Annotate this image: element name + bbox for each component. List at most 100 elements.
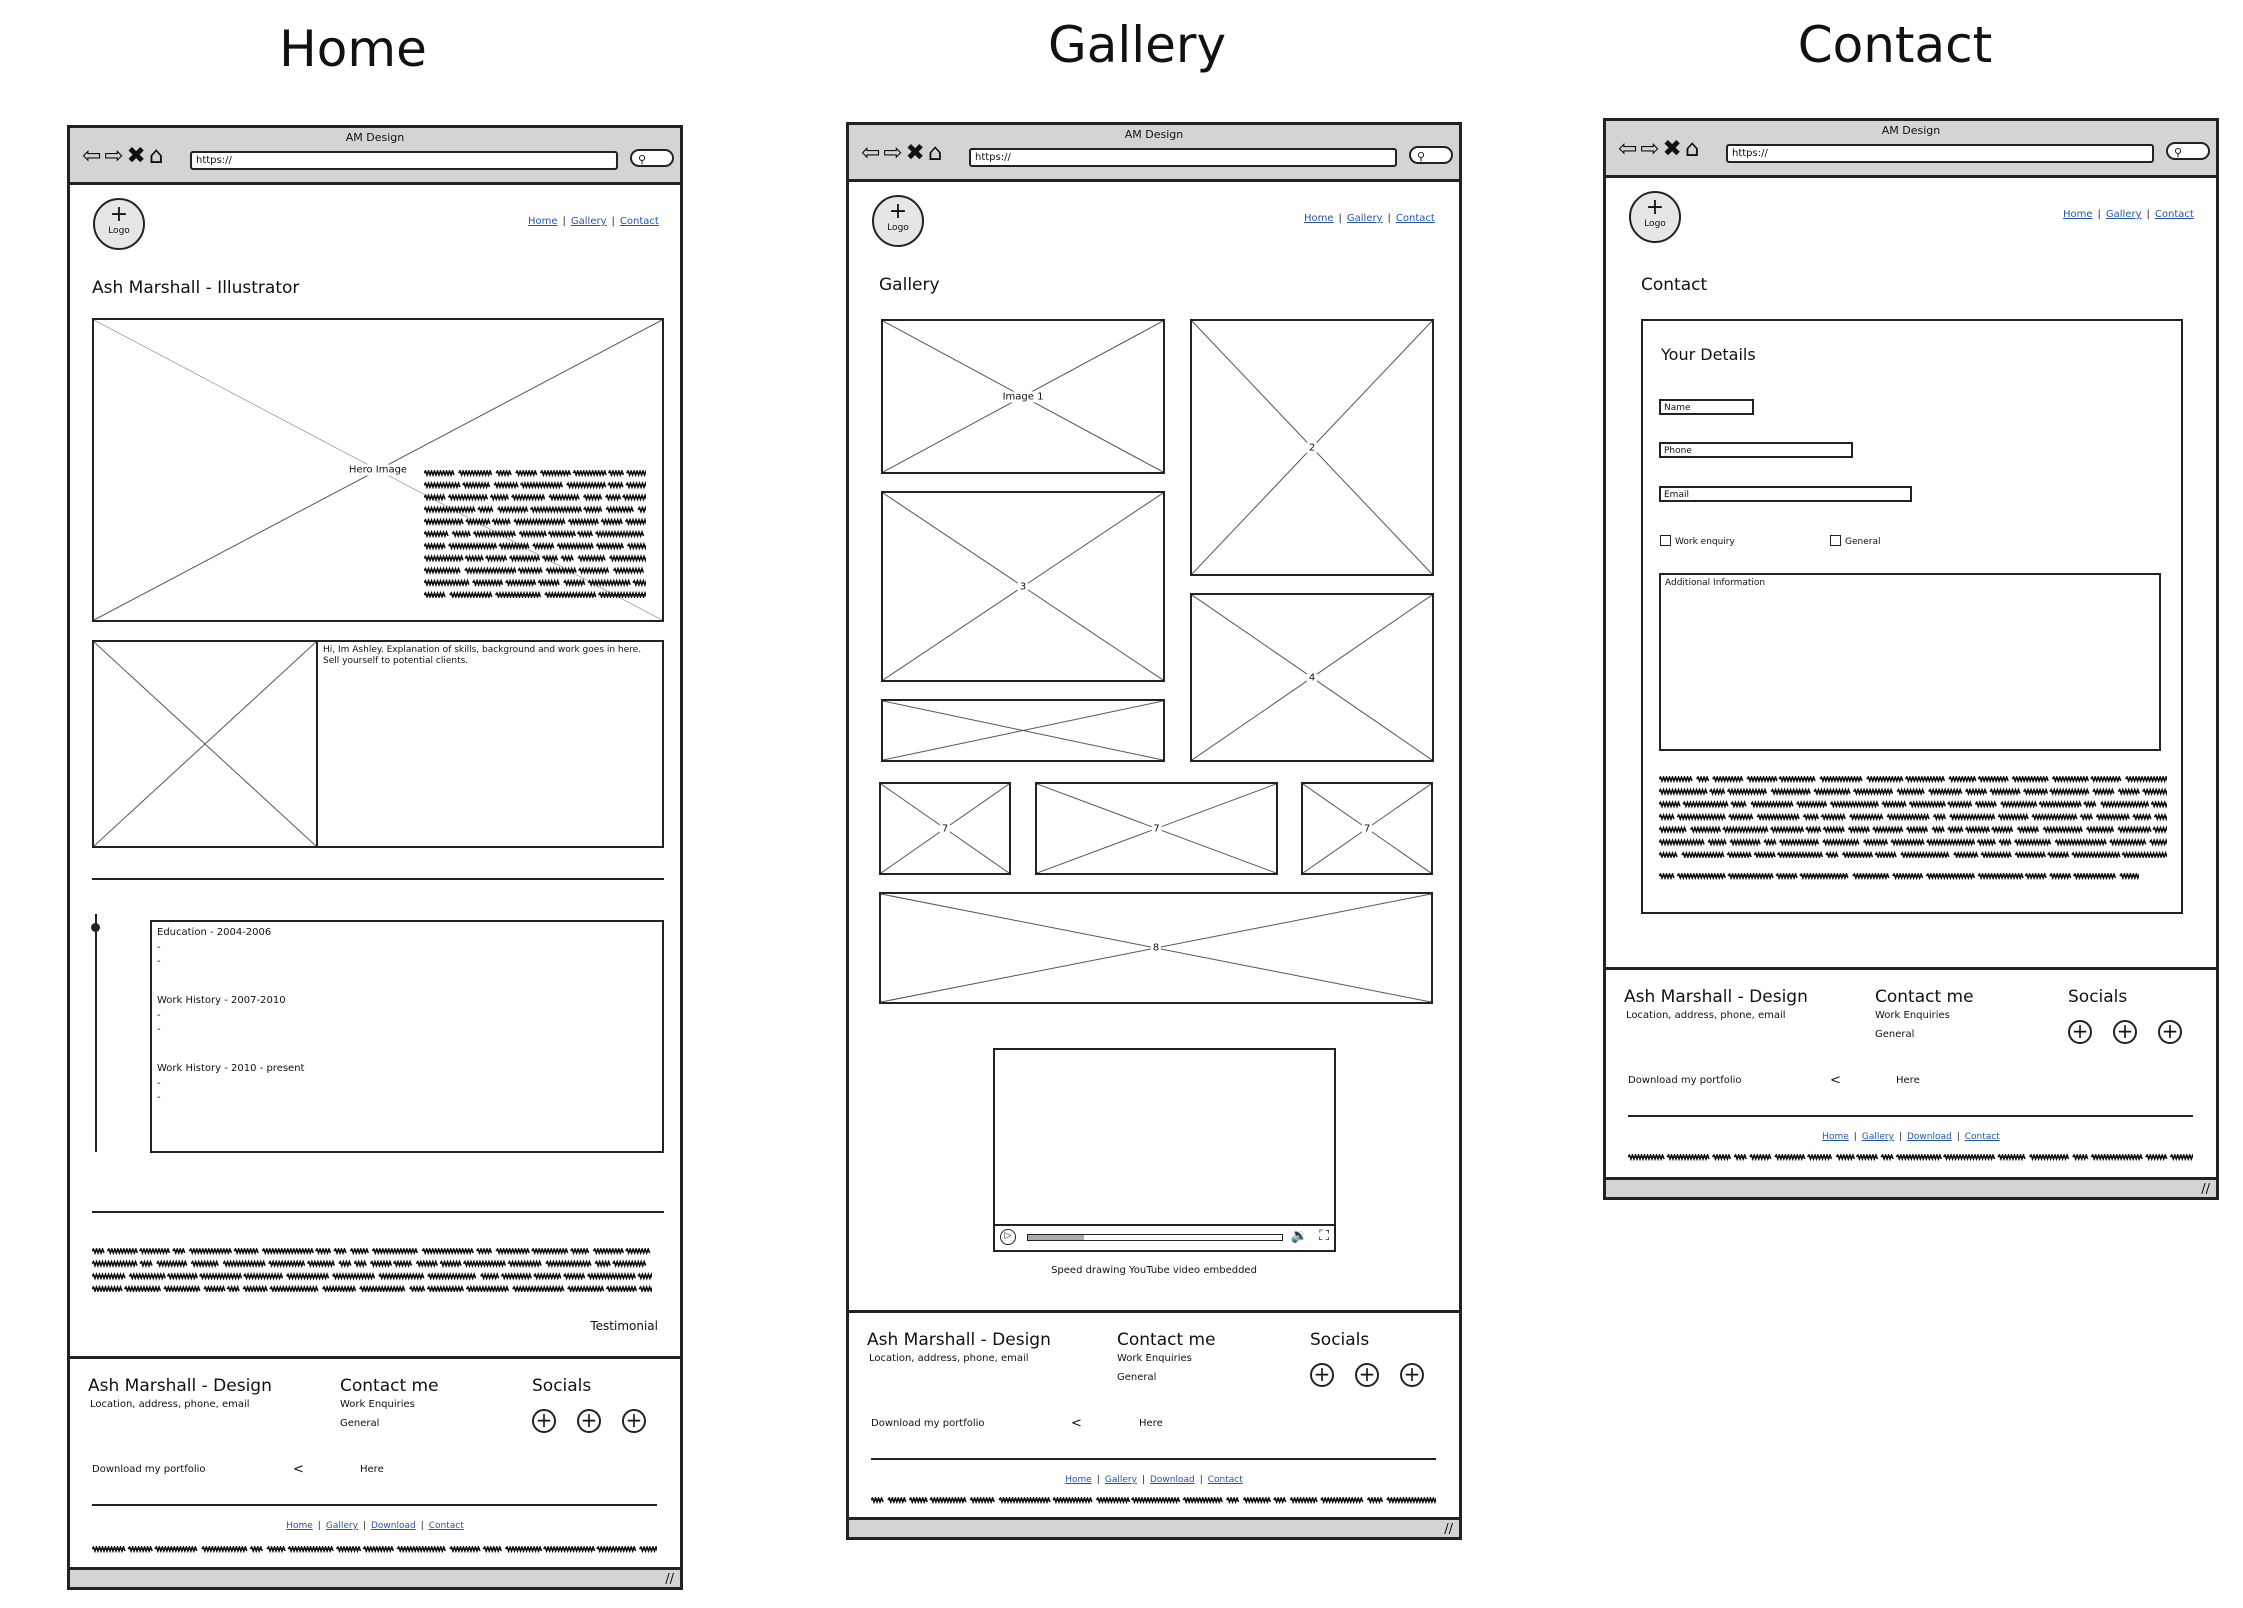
scribble-word (1726, 850, 1752, 858)
timeline-work-2: Work History - 2010 - present (157, 1063, 305, 1074)
browser-toolbar: AM Design ⇦⇨✖⌂ https:// ⚲ (849, 125, 1459, 182)
scribble-word (539, 470, 572, 478)
scribble-word (998, 1497, 1051, 1505)
scribble-word (572, 470, 607, 478)
social-icon[interactable]: + (2158, 1020, 2182, 1044)
nav-gallery-link[interactable]: Gallery (1347, 213, 1383, 224)
resize-handle[interactable]: // (665, 1572, 674, 1587)
scribble-word (92, 1546, 126, 1554)
scribble-word (1890, 838, 1925, 847)
url-bar[interactable]: https:// (1726, 144, 2154, 163)
search-icon[interactable]: ⚲ (630, 149, 674, 167)
video-player[interactable]: ▷ 🔉 ⛶ (993, 1048, 1336, 1252)
browser-nav-icons[interactable]: ⇦⇨✖⌂ (82, 144, 166, 168)
search-icon[interactable]: ⚲ (2166, 142, 2210, 160)
logo[interactable]: + Logo (872, 195, 924, 247)
scribble-word (512, 1284, 565, 1292)
nav-contact-link[interactable]: Contact (2155, 209, 2194, 220)
social-icon[interactable]: + (622, 1409, 646, 1433)
social-icon[interactable]: + (1400, 1363, 1424, 1387)
scribble-word (1866, 776, 1904, 784)
nav-gallery-link[interactable]: Gallery (2106, 209, 2142, 220)
social-icon[interactable]: + (1355, 1363, 1379, 1387)
browser-nav-icons[interactable]: ⇦⇨✖⌂ (861, 141, 945, 165)
nav-download-link[interactable]: Download (1907, 1132, 1952, 1142)
work-enquiry-checkbox[interactable]: Work enquiry (1660, 535, 1735, 547)
gallery-image-1[interactable]: Image 1 (881, 319, 1165, 474)
resize-handle[interactable]: // (2201, 1182, 2210, 1197)
scribble-word (306, 1259, 336, 1268)
gallery-image-8[interactable]: 8 (879, 892, 1433, 1004)
nav-home-link[interactable]: Home (1822, 1132, 1849, 1142)
testimonial-scribble (92, 1248, 652, 1292)
divider (92, 1211, 664, 1213)
gallery-image-7c[interactable]: 7 (1301, 782, 1433, 875)
email-field[interactable]: Email (1659, 486, 1912, 502)
gallery-image-7b[interactable]: 7 (1035, 782, 1278, 875)
scribble-word (1659, 838, 1705, 847)
browser-nav-icons[interactable]: ⇦⇨✖⌂ (1618, 137, 1702, 161)
nav-download-link[interactable]: Download (371, 1521, 416, 1531)
phone-field[interactable]: Phone (1659, 442, 1853, 458)
scribble-word (1666, 1154, 1710, 1162)
download-link[interactable]: Here (1896, 1075, 1920, 1086)
search-icon[interactable]: ⚲ (1409, 146, 1453, 164)
scribble-word (1862, 838, 1889, 847)
social-icon[interactable]: + (2068, 1020, 2092, 1044)
footer-general-link[interactable]: General (1875, 1029, 1914, 1040)
name-field[interactable]: Name (1659, 399, 1754, 415)
nav-home-link[interactable]: Home (2063, 209, 2093, 220)
nav-home-link[interactable]: Home (1304, 213, 1334, 224)
fullscreen-icon[interactable]: ⛶ (1319, 1228, 1329, 1244)
social-icon[interactable]: + (532, 1409, 556, 1433)
nav-contact-link[interactable]: Contact (1965, 1132, 2000, 1142)
footer-work-link[interactable]: Work Enquiries (340, 1399, 415, 1410)
nav-gallery-link[interactable]: Gallery (1862, 1132, 1894, 1142)
nav-contact-link[interactable]: Contact (620, 216, 659, 227)
nav-gallery-link[interactable]: Gallery (571, 216, 607, 227)
social-icon[interactable]: + (1310, 1363, 1334, 1387)
additional-info-textarea[interactable]: Additional Information (1659, 573, 2161, 751)
video-progress-bar[interactable] (1027, 1234, 1283, 1241)
gallery-image-3[interactable]: 3 (881, 491, 1165, 682)
nav-home-link[interactable]: Home (286, 1521, 313, 1531)
video-controls: ▷ 🔉 ⛶ (995, 1224, 1334, 1250)
volume-icon[interactable]: 🔉 (1291, 1228, 1308, 1244)
gallery-image-7a[interactable]: 7 (879, 782, 1011, 875)
scribble-word (510, 493, 546, 502)
url-bar[interactable]: https:// (190, 151, 618, 170)
scribble-word (482, 1546, 502, 1554)
play-icon[interactable]: ▷ (1000, 1229, 1016, 1245)
scribble-word (222, 1259, 266, 1268)
nav-gallery-link[interactable]: Gallery (326, 1521, 358, 1531)
social-icon[interactable]: + (577, 1409, 601, 1433)
general-checkbox[interactable]: General (1830, 535, 1880, 547)
gallery-image-5[interactable] (881, 699, 1165, 762)
footer-work-link[interactable]: Work Enquiries (1117, 1353, 1192, 1364)
gallery-image-4[interactable]: 4 (1190, 593, 1434, 762)
nav-home-link[interactable]: Home (528, 216, 558, 227)
resize-handle[interactable]: // (1444, 1522, 1453, 1537)
nav-home-link[interactable]: Home (1065, 1475, 1092, 1485)
gallery-image-2[interactable]: 2 (1190, 319, 1434, 576)
scribble-word (1799, 873, 1849, 881)
download-link[interactable]: Here (1139, 1418, 1163, 1429)
nav-download-link[interactable]: Download (1150, 1475, 1195, 1485)
scribble-word (92, 1259, 138, 1268)
nav-contact-link[interactable]: Contact (1208, 1475, 1243, 1485)
nav-contact-link[interactable]: Contact (1396, 213, 1435, 224)
footer-general-link[interactable]: General (1117, 1372, 1156, 1383)
logo[interactable]: + Logo (1629, 191, 1681, 243)
scribble-word (1776, 850, 1824, 858)
footer-general-link[interactable]: General (340, 1418, 379, 1429)
url-bar[interactable]: https:// (969, 148, 1397, 167)
social-icon[interactable]: + (2113, 1020, 2137, 1044)
scribble-word (154, 1546, 198, 1554)
download-link[interactable]: Here (360, 1464, 384, 1475)
footer-work-link[interactable]: Work Enquiries (1875, 1010, 1950, 1021)
nav-gallery-link[interactable]: Gallery (1105, 1475, 1137, 1485)
logo[interactable]: + Logo (93, 198, 145, 250)
plus-icon: + (109, 202, 129, 227)
scribble-word (1659, 787, 1708, 796)
nav-contact-link[interactable]: Contact (429, 1521, 464, 1531)
